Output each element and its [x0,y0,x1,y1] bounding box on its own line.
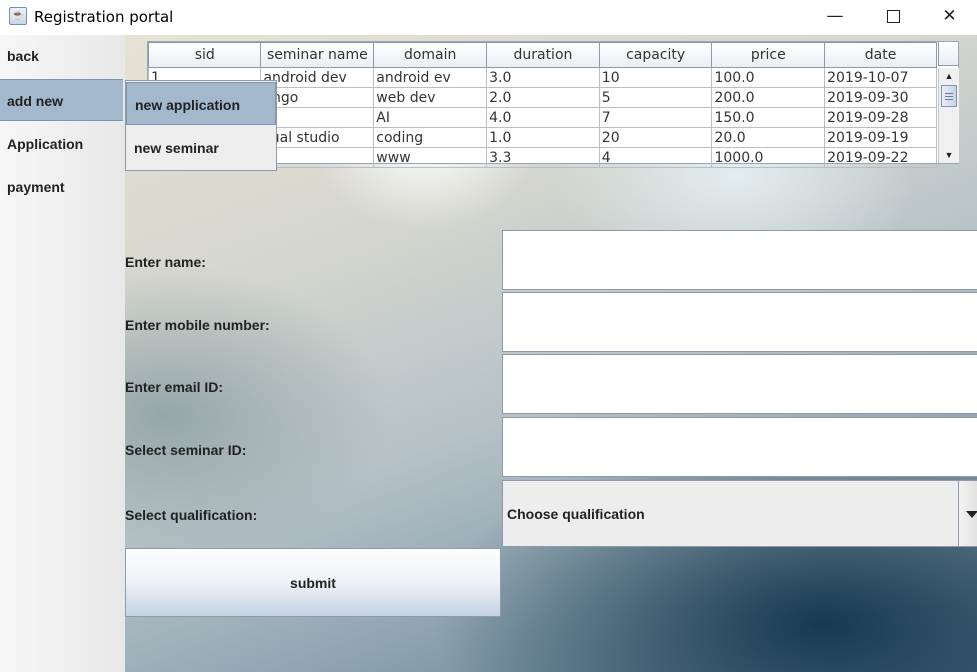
table-cell: 3.3 [486,147,600,168]
qualification-selected-value: Choose qualification [507,506,645,522]
maximize-button[interactable] [864,0,922,32]
table-cell: 2019-09-22 [824,147,937,168]
qualification-dropdown[interactable]: Choose qualification [502,480,977,547]
table-cell: coding [373,127,488,148]
table-cell [260,107,375,128]
table-cell: www [373,147,488,168]
table-cell: 2019-09-28 [824,107,937,128]
table-header-row: sid seminar name domain duration capacit… [147,42,937,68]
sidebar-item-application[interactable]: Application [0,123,123,165]
table-cell: 5 [598,87,713,108]
seminar-id-label: Select seminar ID: [125,442,247,458]
table-cell: 2.0 [486,87,600,108]
title-bar: ☕ Registration portal — ✕ [0,0,977,34]
table-cell: 1000.0 [711,147,826,168]
table-cell: 4 [598,147,713,168]
sidebar: back add new Application payment [0,35,125,672]
add-new-popup-menu: new application new seminar [125,80,277,171]
chevron-down-icon [966,511,977,518]
email-field[interactable] [502,354,977,414]
mobile-label: Enter mobile number: [125,317,270,333]
dropdown-button[interactable] [958,481,977,546]
column-header-capacity[interactable]: capacity [598,42,713,68]
maximize-icon [886,9,900,23]
close-button[interactable]: ✕ [922,0,977,32]
table-cell: 200.0 [711,87,826,108]
grip-line [945,93,953,94]
table-cell: 20.0 [711,127,826,148]
qualification-label: Select qualification: [125,507,258,523]
table-vertical-scrollbar[interactable]: ▲ ▼ [938,68,959,163]
name-field[interactable] [502,230,977,290]
table-cell: 2019-09-30 [824,87,937,108]
table-cell: 7 [598,107,713,128]
name-label: Enter name: [125,254,206,270]
menu-item-new-seminar[interactable]: new seminar [126,126,276,170]
menu-item-new-application[interactable]: new application [126,82,276,125]
table-cell: w [260,147,375,168]
table-cell: AI [373,107,488,128]
java-app-icon: ☕ [9,7,27,25]
scroll-down-icon[interactable]: ▼ [939,147,959,163]
table-cell: 100.0 [711,67,826,88]
table-cell: 2019-09-19 [824,127,937,148]
table-cell: 4.0 [486,107,600,128]
table-cell: 2019-10-07 [824,67,937,88]
scrollbar-thumb[interactable] [941,85,957,107]
submit-button[interactable]: submit [125,548,501,617]
column-header-domain[interactable]: domain [373,42,488,68]
table-cell: web dev [373,87,488,108]
table-cell: android ev [373,67,488,88]
column-header-date[interactable]: date [824,42,937,68]
email-label: Enter email ID: [125,379,224,395]
table-header-corner [938,42,958,66]
mobile-number-field[interactable] [502,292,977,352]
table-cell: android dev [260,67,375,88]
grip-line [945,99,953,100]
window-title: Registration portal [34,8,174,26]
seminar-id-field[interactable] [502,417,977,477]
sidebar-item-payment[interactable]: payment [0,166,123,208]
table-cell: 3.0 [486,67,600,88]
column-header-sid[interactable]: sid [147,42,262,68]
scroll-up-icon[interactable]: ▲ [939,68,959,84]
sidebar-item-back[interactable]: back [0,35,123,77]
grip-line [945,96,953,97]
table-cell: 150.0 [711,107,826,128]
table-cell: 1.0 [486,127,600,148]
sidebar-item-add-new[interactable]: add new [0,79,123,121]
table-cell: 10 [598,67,713,88]
column-header-duration[interactable]: duration [486,42,600,68]
table-cell: ango [260,87,375,108]
column-header-price[interactable]: price [711,42,826,68]
table-cell: 20 [598,127,713,148]
column-header-seminar-name[interactable]: seminar name [260,42,375,68]
table-cell: sual studio [260,127,375,148]
minimize-button[interactable]: — [806,0,864,32]
